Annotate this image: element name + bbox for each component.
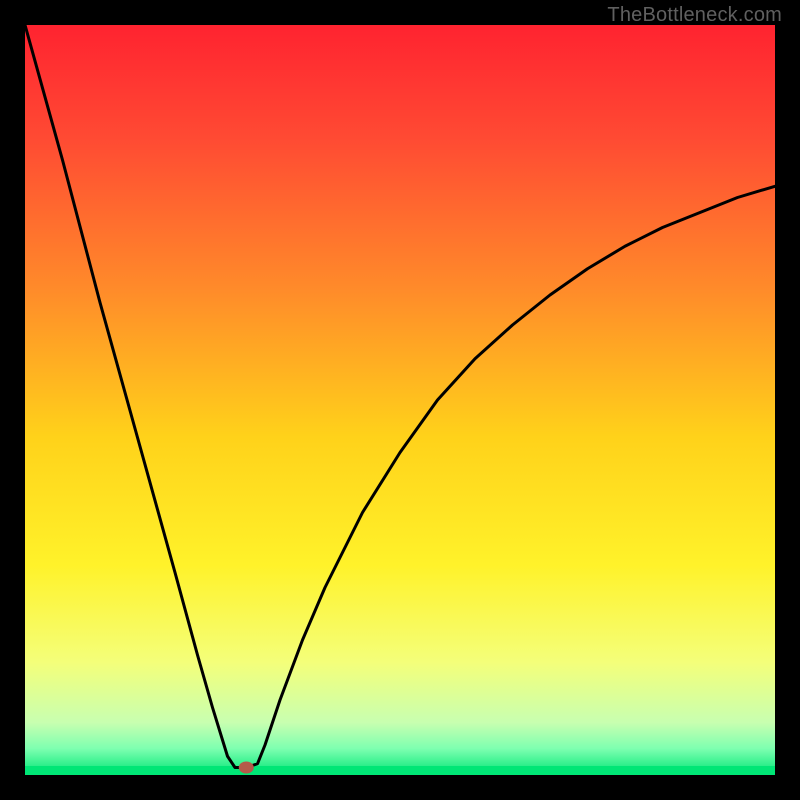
plot-area: [25, 25, 775, 775]
bottom-plateau: [25, 766, 775, 775]
optimal-point-marker: [239, 762, 254, 774]
watermark-text: TheBottleneck.com: [607, 4, 782, 27]
chart-stage: TheBottleneck.com: [0, 0, 800, 800]
plot-background: [25, 25, 775, 775]
plot-svg: [25, 25, 775, 775]
